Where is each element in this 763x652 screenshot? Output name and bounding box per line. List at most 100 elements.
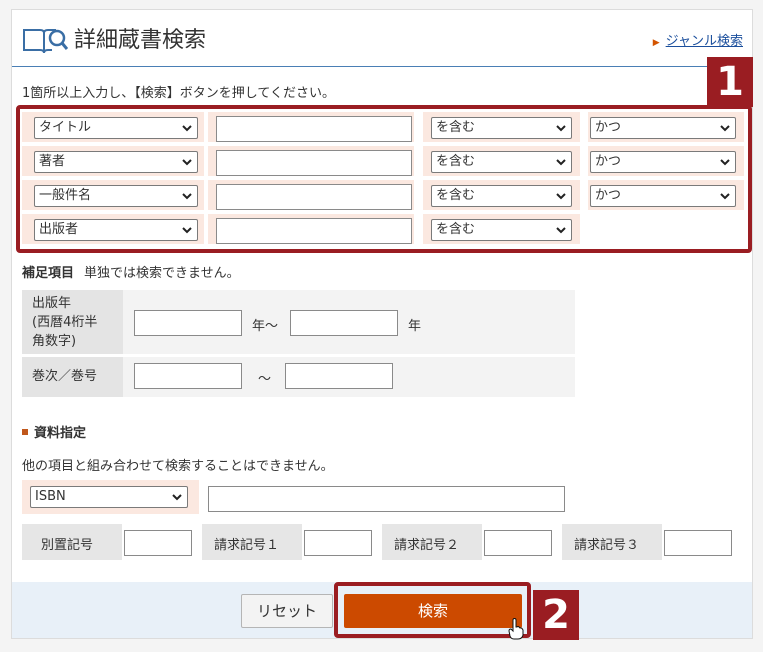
chevron-down-icon [182,193,192,200]
step-badge-1: 1 [707,57,753,107]
match-cell: を含む [423,146,580,176]
chevron-down-icon [720,159,730,166]
pub-year-header: 出版年 (西暦4桁半 角数字) [22,290,123,354]
chevron-down-icon [182,159,192,166]
volume-from-input[interactable] [134,363,242,389]
logic-cell: かつ [588,146,744,176]
field-select-value: 著者 [39,154,66,169]
logic-cell: かつ [588,112,744,142]
chevron-down-icon [720,125,730,132]
call-number-2-label: 請求記号２ [394,538,460,553]
separate-code-label-box: 別置記号 [22,524,122,560]
volume-to-input[interactable] [285,363,393,389]
match-select-value: を含む [436,120,476,135]
match-cell: を含む [423,180,580,210]
match-select-value: を含む [436,188,476,203]
condition-row: タイトル を含む かつ [22,112,744,142]
match-cell: を含む [423,112,580,142]
keyword-cell [208,180,414,210]
condition-row: 出版者 を含む [22,214,744,244]
match-cell: を含む [423,214,580,244]
reset-button[interactable]: リセット [241,594,333,628]
chevron-down-icon [182,227,192,234]
match-select-value: を含む [436,154,476,169]
chevron-down-icon [182,125,192,132]
page-title: 詳細蔵書検索 [74,28,207,53]
supplementary-title: 補足項目 [22,266,75,281]
keyword-input[interactable] [216,218,412,244]
field-cell: 著者 [22,146,204,176]
match-select[interactable]: を含む [431,219,572,241]
chevron-down-icon [556,125,566,132]
call-number-1-label: 請求記号１ [214,538,280,553]
logic-select-value: かつ [595,188,622,203]
material-note: 他の項目と組み合わせて検索することはできません。 [22,459,334,474]
book-search-icon [23,29,68,54]
separate-code-input[interactable] [124,530,192,556]
keyword-input[interactable] [216,150,412,176]
square-bullet-icon [22,428,28,435]
match-select[interactable]: を含む [431,151,572,173]
form-footer: リセット 検索 [12,582,752,638]
field-cell: 出版者 [22,214,204,244]
call-number-1-input[interactable] [304,530,372,556]
field-select[interactable]: 一般件名 [34,185,198,207]
volume-label: 巻次／巻号 [32,369,98,384]
call-number-2-input[interactable] [484,530,552,556]
field-select-value: 一般件名 [39,188,92,203]
field-select[interactable]: 出版者 [34,219,198,241]
supplementary-heading: 補足項目 単独では検索できません。 [22,262,240,281]
call-number-3-label-box: 請求記号３ [562,524,662,560]
match-select[interactable]: を含む [431,185,572,207]
isbn-input[interactable] [208,486,565,512]
pub-year-to-input[interactable] [290,310,398,336]
field-cell: タイトル [22,112,204,142]
genre-search-link[interactable]: ▶ ジャンル検索 [653,30,743,49]
logic-select-value: かつ [595,120,622,135]
match-select[interactable]: を含む [431,117,572,139]
isbn-cell: ISBN [22,480,199,514]
triangle-right-icon: ▶ [652,38,660,48]
volume-range-sep: 〜 [258,372,272,387]
pub-year-from-input[interactable] [134,310,242,336]
keyword-input[interactable] [216,184,412,210]
chevron-down-icon [556,227,566,234]
condition-row: 一般件名 を含む かつ [22,180,744,210]
logic-select[interactable]: かつ [590,117,736,139]
isbn-select[interactable]: ISBN [30,486,188,508]
panel-header: 詳細蔵書検索 ▶ ジャンル検索 [12,10,752,67]
supplementary-note: 単独では検索できません。 [84,266,240,281]
call-number-1-label-box: 請求記号１ [202,524,302,560]
genre-search-link-label: ジャンル検索 [665,34,743,49]
field-select[interactable]: タイトル [34,117,198,139]
volume-row: 巻次／巻号 〜 [22,357,575,397]
pub-year-label: 出版年 (西暦4桁半 角数字) [32,296,98,349]
keyword-cell [208,112,414,142]
keyword-input[interactable] [216,116,412,142]
logic-select-value: かつ [595,154,622,169]
logic-select[interactable]: かつ [590,151,736,173]
chevron-down-icon [172,494,182,501]
isbn-select-value: ISBN [35,489,66,504]
search-conditions: タイトル を含む かつ 著者 を含む かつ 一般件名 を含む かつ 出版者 を含… [16,105,752,253]
field-select-value: タイトル [39,120,92,135]
chevron-down-icon [556,159,566,166]
logic-select[interactable]: かつ [590,185,736,207]
material-heading: 資料指定 [22,422,86,441]
logic-cell: かつ [588,180,744,210]
match-select-value: を含む [436,222,476,237]
separate-code-label: 別置記号 [41,538,94,553]
hand-cursor-icon [508,618,524,640]
step-badge-2: 2 [533,590,579,640]
year-from-unit: 年〜 [252,319,279,334]
call-number-2-label-box: 請求記号２ [382,524,482,560]
condition-row: 著者 を含む かつ [22,146,744,176]
field-select[interactable]: 著者 [34,151,198,173]
search-button[interactable]: 検索 [344,594,522,628]
chevron-down-icon [556,193,566,200]
chevron-down-icon [720,193,730,200]
call-number-3-label: 請求記号３ [574,538,640,553]
field-select-value: 出版者 [39,222,79,237]
call-number-3-input[interactable] [664,530,732,556]
volume-header: 巻次／巻号 [22,357,123,397]
